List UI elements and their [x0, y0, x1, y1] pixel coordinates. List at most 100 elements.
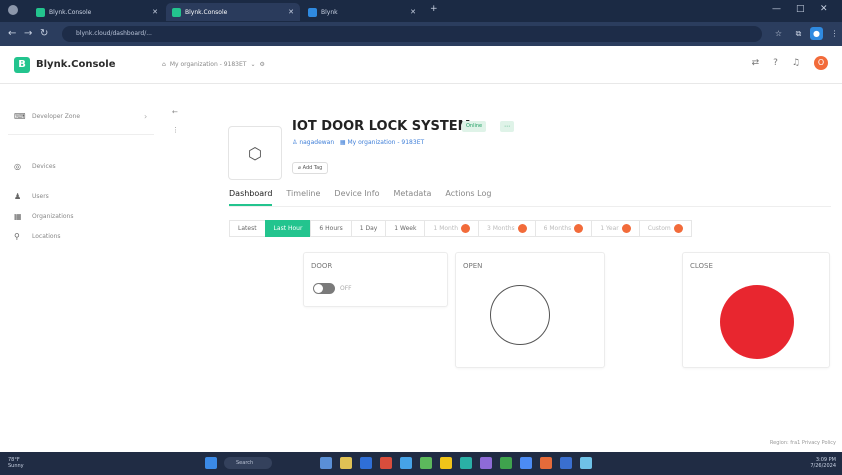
browser-tab-2[interactable]: Blynk.Console ✕: [166, 3, 300, 21]
tab-device-info[interactable]: Device Info: [334, 189, 379, 206]
sidebar-item-devices[interactable]: ◎ Devices: [14, 162, 56, 171]
tag-icon: ⌀: [298, 165, 302, 171]
range-latest[interactable]: Latest: [229, 220, 266, 237]
range-1-month[interactable]: 1 Month: [424, 220, 479, 237]
settings-icon[interactable]: ⚙: [260, 61, 265, 68]
back-arrow-icon[interactable]: ←: [8, 28, 16, 39]
windows-start-icon[interactable]: [205, 457, 217, 469]
tab-metadata[interactable]: Metadata: [393, 189, 431, 206]
tab-timeline[interactable]: Timeline: [286, 189, 320, 206]
device-org-link[interactable]: My organization - 9183ET: [348, 139, 425, 146]
bookmark-star-icon[interactable]: ☆: [772, 27, 785, 40]
sidebar: ⌨ Developer Zone › ◎ Devices ♟ Users ▦ O…: [0, 84, 162, 452]
extensions-icon[interactable]: ⧉: [792, 27, 805, 40]
range-6-months[interactable]: 6 Months: [534, 220, 593, 237]
mail-icon[interactable]: [400, 457, 412, 469]
minimize-button[interactable]: —: [772, 4, 781, 14]
breadcrumb[interactable]: ⌂ My organization - 9183ET ⌄ ⚙: [162, 61, 265, 68]
range-6-hours[interactable]: 6 Hours: [310, 220, 352, 237]
app-logo-text[interactable]: Blynk.Console: [36, 59, 116, 70]
range-1-week[interactable]: 1 Week: [385, 220, 426, 237]
app-icon[interactable]: [380, 457, 392, 469]
range-custom[interactable]: Custom: [638, 220, 692, 237]
more-vertical-icon[interactable]: ⋮: [172, 126, 179, 134]
breadcrumb-org: My organization - 9183ET: [169, 61, 247, 68]
range-1-day[interactable]: 1 Day: [350, 220, 387, 237]
device-extra-badge[interactable]: ⋯: [500, 121, 514, 132]
profile-avatar-icon[interactable]: ●: [810, 27, 823, 40]
browser-tab-bar: Blynk.Console ✕ Blynk.Console ✕ Blynk ✕ …: [0, 0, 842, 22]
app-icon[interactable]: [560, 457, 572, 469]
help-icon[interactable]: ?: [773, 58, 778, 68]
add-tag-button[interactable]: ⌀ Add Tag: [292, 162, 329, 174]
range-last-hour[interactable]: Last Hour: [264, 220, 312, 237]
weather-widget[interactable]: 78°F Sunny: [8, 457, 24, 469]
browser-tab-label: Blynk.Console: [185, 8, 228, 16]
widget-title: CLOSE: [690, 262, 713, 270]
door-toggle-switch[interactable]: [313, 283, 335, 294]
maximize-button[interactable]: □: [796, 4, 805, 14]
close-led-indicator: [720, 285, 794, 359]
url-input[interactable]: blynk.cloud/dashboard/...: [62, 26, 762, 42]
system-tray-clock[interactable]: 3:09 PM 7/26/2024: [810, 457, 836, 469]
sidebar-item-label: Users: [32, 193, 49, 200]
app-icon[interactable]: [500, 457, 512, 469]
time-range-selector: Latest Last Hour 6 Hours 1 Day 1 Week 1 …: [229, 220, 692, 237]
tab-dashboard[interactable]: Dashboard: [229, 189, 273, 206]
tab-actions-log[interactable]: Actions Log: [445, 189, 491, 206]
new-tab-button[interactable]: +: [430, 4, 438, 14]
store-icon[interactable]: [420, 457, 432, 469]
range-label: 1 Month: [433, 225, 458, 232]
sidebar-item-label: Developer Zone: [32, 113, 81, 120]
taskbar-search[interactable]: Search: [224, 457, 272, 469]
range-1-year[interactable]: 1 Year: [591, 220, 640, 237]
device-meta: ♙ nagadewan ▦ My organization - 9183ET: [292, 139, 424, 146]
browser-menu-icon[interactable]: ⋮: [828, 27, 841, 40]
device-tabs: Dashboard Timeline Device Info Metadata …: [229, 189, 505, 206]
pro-badge-icon: [673, 224, 683, 233]
range-3-months[interactable]: 3 Months: [478, 220, 536, 237]
browser-tab-1[interactable]: Blynk.Console ✕: [30, 3, 164, 21]
chevron-down-icon: ⌄: [250, 61, 256, 68]
app-icon[interactable]: [540, 457, 552, 469]
file-explorer-icon[interactable]: [340, 457, 352, 469]
forward-arrow-icon[interactable]: →: [24, 28, 32, 39]
app-icon[interactable]: [520, 457, 532, 469]
profile-icon[interactable]: [8, 5, 18, 15]
footer-note[interactable]: Region: fra1 Privacy Policy: [770, 440, 836, 446]
open-led-widget: OPEN: [455, 252, 605, 368]
devices-icon: ◎: [14, 162, 21, 171]
share-icon[interactable]: ⇄: [752, 58, 760, 68]
browser-tab-3[interactable]: Blynk ✕: [302, 3, 422, 21]
range-label: 6 Hours: [319, 225, 343, 232]
back-arrow-icon[interactable]: ←: [172, 108, 178, 116]
app-icon[interactable]: [580, 457, 592, 469]
close-tab-icon[interactable]: ✕: [288, 8, 294, 16]
browser-edge-icon[interactable]: [360, 457, 372, 469]
reload-icon[interactable]: ↻: [40, 28, 48, 39]
close-window-button[interactable]: ✕: [820, 4, 828, 14]
sidebar-item-label: Organizations: [32, 213, 74, 220]
sidebar-item-label: Devices: [32, 163, 56, 170]
widgets-icon[interactable]: [320, 457, 332, 469]
close-tab-icon[interactable]: ✕: [152, 8, 158, 16]
location-icon: ⚲: [14, 232, 20, 241]
range-label: Latest: [238, 225, 257, 232]
sidebar-item-locations[interactable]: ⚲ Locations: [14, 232, 61, 241]
sidebar-item-organizations[interactable]: ▦ Organizations: [14, 212, 73, 221]
close-tab-icon[interactable]: ✕: [410, 8, 416, 16]
sidebar-item-developer-zone[interactable]: ⌨ Developer Zone ›: [14, 112, 147, 121]
user-avatar[interactable]: O: [814, 56, 828, 70]
range-label: 3 Months: [487, 225, 515, 232]
range-label: 1 Week: [394, 225, 417, 232]
notifications-bell-icon[interactable]: ♫: [792, 58, 800, 68]
users-icon: ♟: [14, 192, 22, 201]
app-icon[interactable]: [460, 457, 472, 469]
open-led-indicator: [490, 285, 550, 345]
app-icon[interactable]: [480, 457, 492, 469]
device-owner-link[interactable]: nagadewan: [299, 139, 334, 146]
chrome-icon[interactable]: [440, 457, 452, 469]
sidebar-item-users[interactable]: ♟ Users: [14, 192, 49, 201]
app-header: B Blynk.Console ⌂ My organization - 9183…: [0, 46, 842, 84]
pro-badge-icon: [574, 224, 584, 233]
